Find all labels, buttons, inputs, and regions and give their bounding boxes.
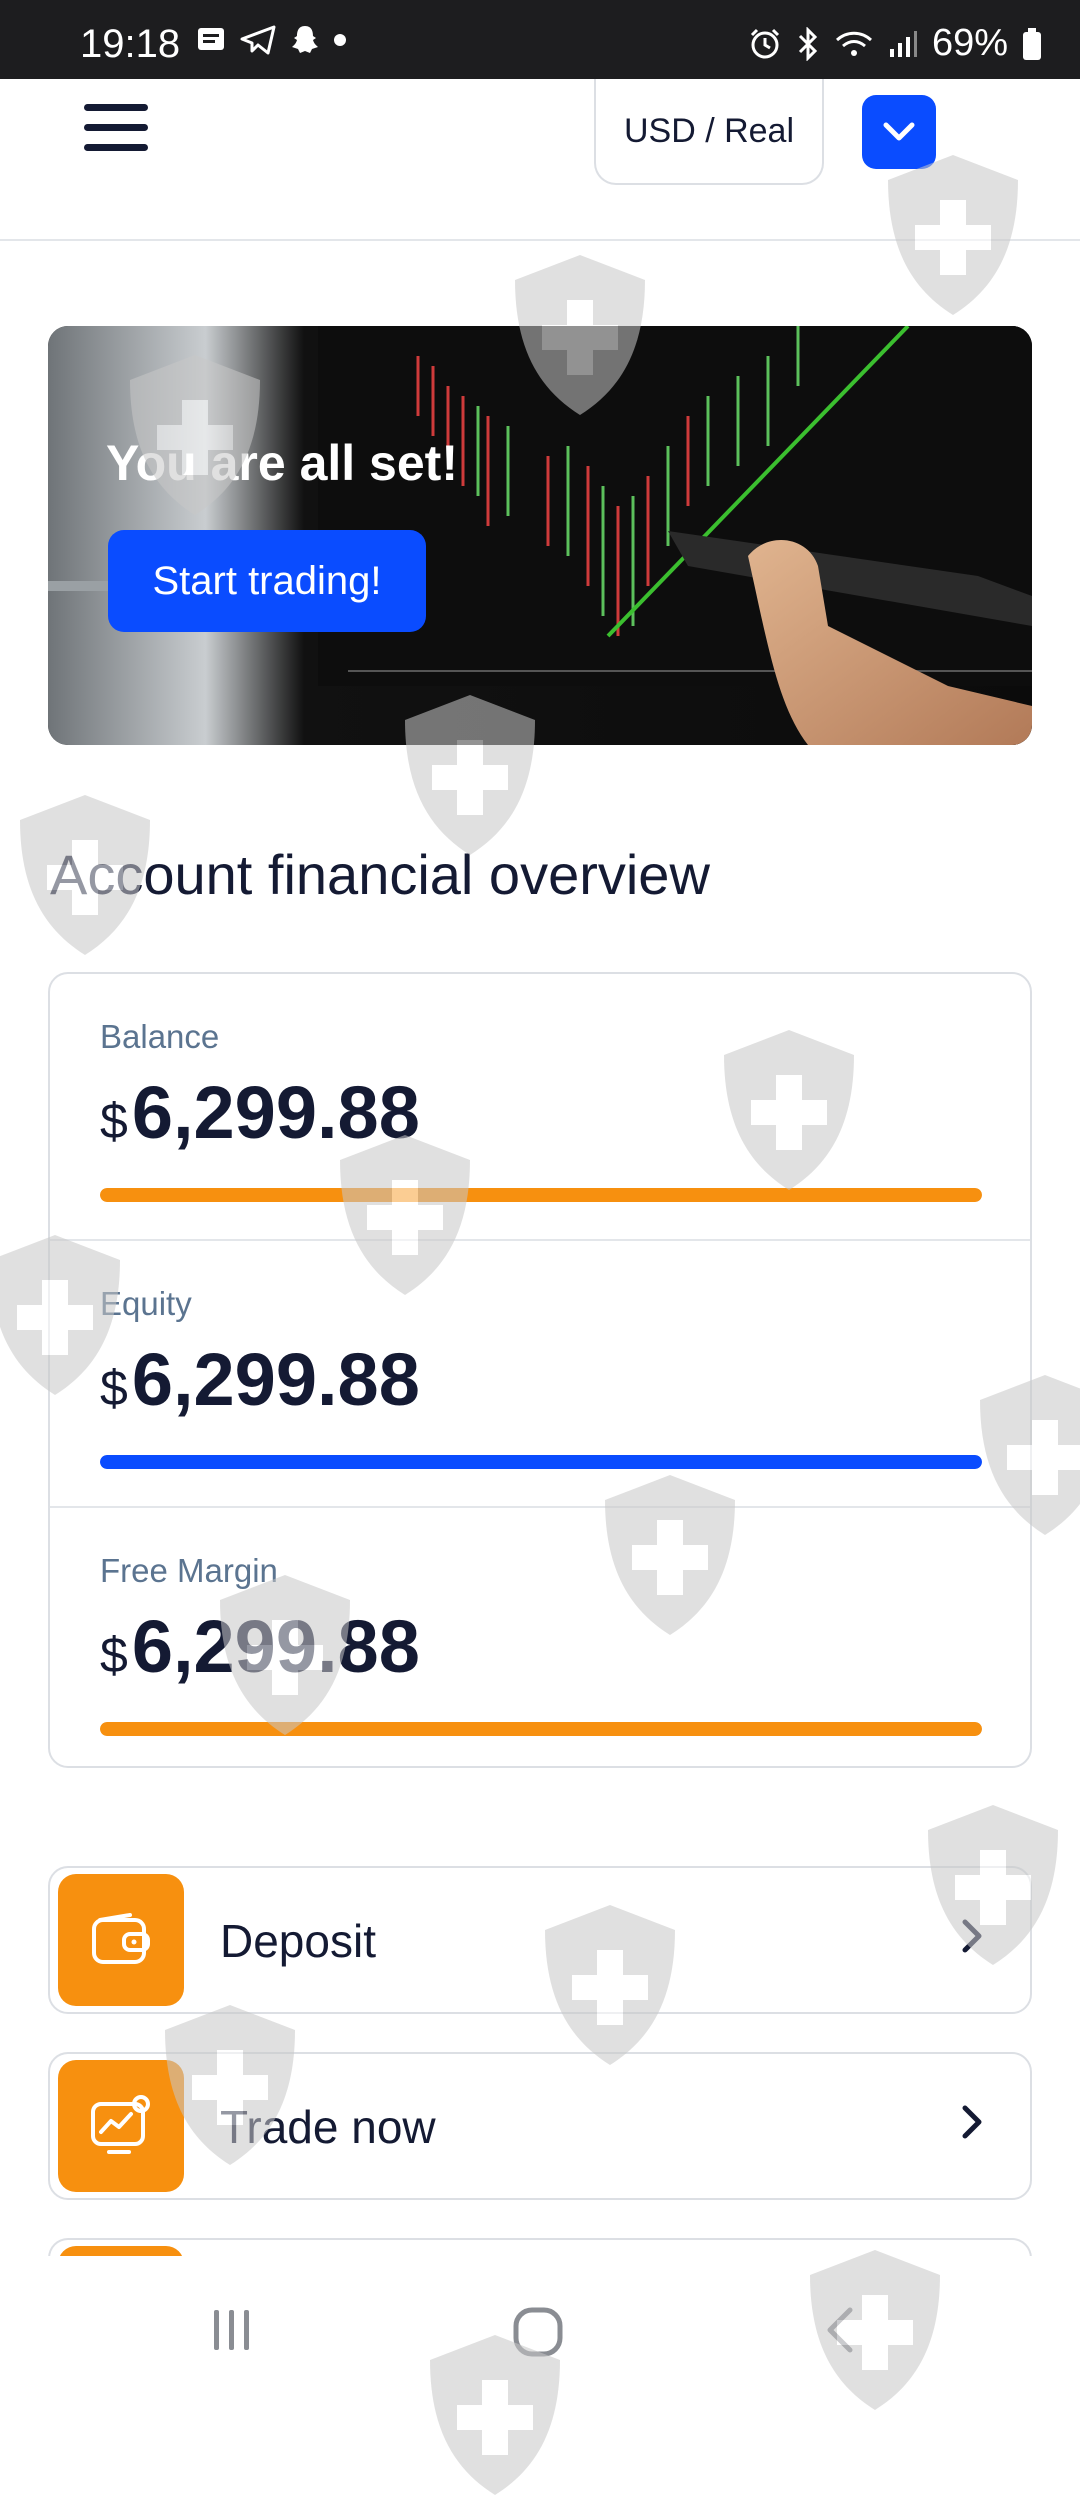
wifi-icon <box>835 31 872 56</box>
trade-chart-icon <box>91 2095 150 2154</box>
hamburger-line <box>84 124 148 131</box>
free-margin-row: Free Margin $6,299.88 <box>50 1508 1030 1766</box>
app-header: USD / Real <box>0 79 1080 241</box>
balance-value: $6,299.88 <box>100 1070 420 1155</box>
balance-bar-fill <box>100 1188 982 1202</box>
trade-now-item[interactable]: Trade now <box>48 2052 1032 2200</box>
currency-symbol: $ <box>100 1627 128 1683</box>
equity-label: Equity <box>100 1285 192 1322</box>
snapchat-icon <box>292 26 318 53</box>
more-notifications-dot <box>334 34 346 46</box>
balance-amount: 6,299.88 <box>131 1071 420 1154</box>
deposit-label: Deposit <box>220 1915 376 1967</box>
equity-bar <box>100 1455 982 1469</box>
start-trading-button[interactable]: Start trading! <box>108 530 426 632</box>
hamburger-line <box>84 144 148 151</box>
chevron-down-icon <box>883 122 915 141</box>
notification-icons <box>196 24 346 56</box>
free-margin-label: Free Margin <box>100 1552 278 1589</box>
financial-overview-card: Balance $6,299.88 Equity $6,299.88 Free … <box>48 972 1032 1768</box>
trade-now-icon-tile <box>58 2060 184 2192</box>
recent-apps-icon[interactable] <box>208 2306 256 2354</box>
hamburger-line <box>84 104 148 111</box>
account-dropdown-button[interactable] <box>862 95 936 169</box>
account-selector[interactable]: USD / Real <box>594 79 824 185</box>
android-navigation-bar <box>0 2256 1080 2400</box>
free-margin-value: $6,299.88 <box>100 1604 420 1689</box>
back-icon[interactable] <box>824 2306 856 2354</box>
currency-symbol: $ <box>100 1093 128 1149</box>
balance-bar <box>100 1188 982 1202</box>
message-icon <box>198 28 224 50</box>
chevron-right-icon <box>962 2105 982 2139</box>
deposit-item[interactable]: Deposit <box>48 1866 1032 2014</box>
signal-icon <box>889 30 917 57</box>
battery-icon <box>1023 27 1041 60</box>
balance-label: Balance <box>100 1018 220 1055</box>
deposit-icon-tile <box>58 1874 184 2006</box>
free-margin-bar-fill <box>100 1722 982 1736</box>
overview-title: Account financial overview <box>50 843 710 906</box>
equity-bar-fill <box>100 1455 982 1469</box>
battery-percent: 69% <box>931 22 1008 64</box>
balance-row: Balance $6,299.88 <box>50 974 1030 1241</box>
banner-title: You are all set! <box>106 435 458 491</box>
free-margin-amount: 6,299.88 <box>131 1605 420 1688</box>
welcome-banner: You are all set! Start trading! <box>48 326 1032 745</box>
hamburger-menu-button[interactable] <box>84 104 148 160</box>
equity-amount: 6,299.88 <box>131 1338 420 1421</box>
home-icon[interactable] <box>512 2306 564 2358</box>
free-margin-bar <box>100 1722 982 1736</box>
trade-now-label: Trade now <box>220 2101 436 2153</box>
bluetooth-icon <box>798 26 818 61</box>
status-time: 19:18 <box>80 22 181 66</box>
status-bar: 19:18 69% <box>0 0 1080 79</box>
chevron-right-icon <box>962 1919 982 1953</box>
equity-value: $6,299.88 <box>100 1337 420 1422</box>
currency-symbol: $ <box>100 1360 128 1416</box>
alarm-icon <box>750 28 779 58</box>
equity-row: Equity $6,299.88 <box>50 1241 1030 1508</box>
wallet-icon <box>92 1913 150 1964</box>
system-status: 69% <box>748 22 1042 65</box>
telegram-icon <box>240 25 276 55</box>
